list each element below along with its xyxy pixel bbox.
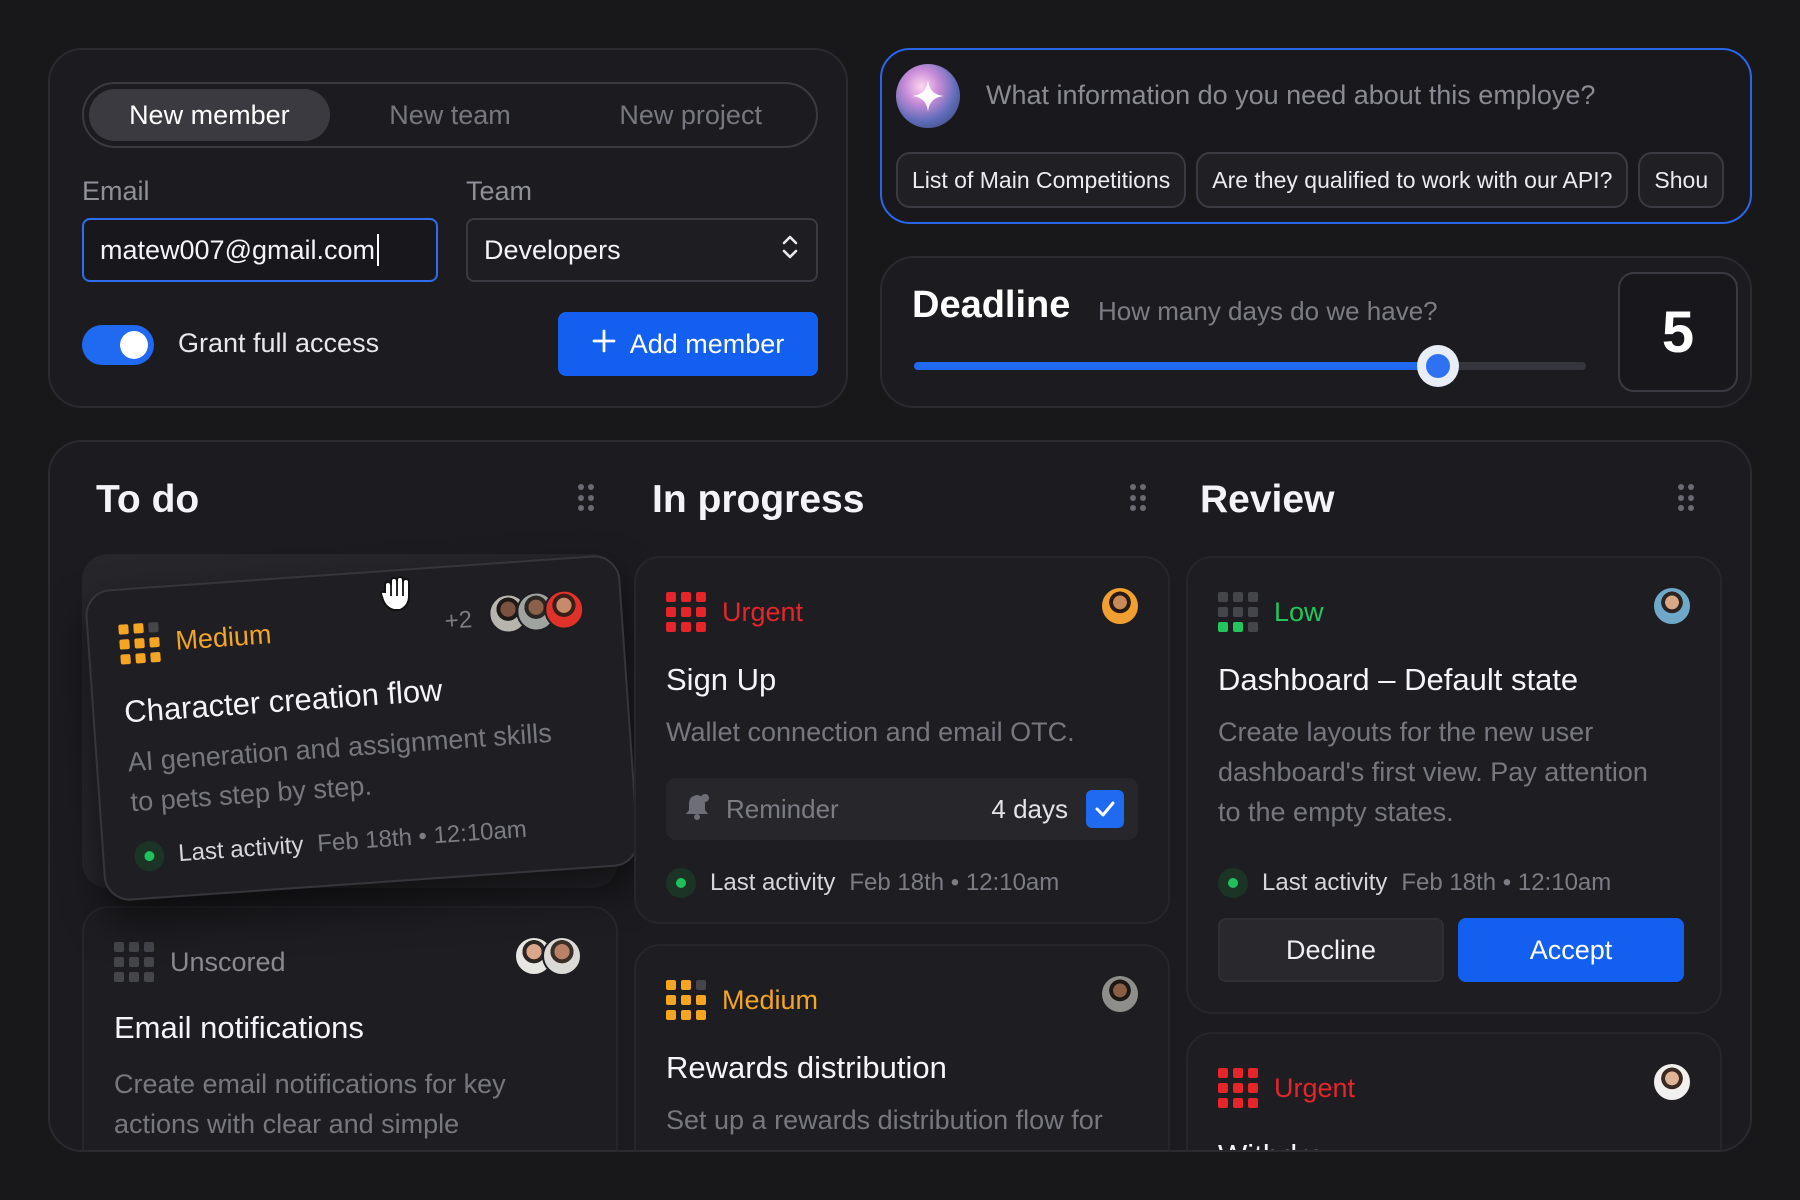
tab-new-member[interactable]: New member [89, 89, 330, 141]
card-description: Set up a rewards distribution flow for [666, 1105, 1103, 1135]
text-caret [377, 234, 380, 266]
slider-thumb[interactable] [1417, 345, 1460, 387]
extra-assignees-count: +2 [443, 606, 474, 635]
card-title: Dashboard – Default state [1218, 662, 1579, 697]
assignee-avatar[interactable] [1100, 586, 1140, 626]
card-description: Wallet connection and email OTC. [666, 717, 1075, 747]
priority-grid-icon [666, 592, 706, 632]
priority-label: Medium [722, 984, 819, 1015]
column-drag-handle-icon[interactable] [578, 484, 594, 512]
days-value-box[interactable]: 5 [1618, 272, 1738, 392]
accept-button[interactable]: Accept [1458, 918, 1684, 982]
priority-urgent: Urgent [1218, 1068, 1355, 1108]
tab-new-team[interactable]: New team [330, 89, 571, 141]
team-select[interactable]: Developers [466, 218, 818, 282]
chevron-up-down-icon [780, 232, 800, 269]
new-member-panel: New member New team New project Email Te… [48, 48, 848, 408]
tab-new-project[interactable]: New project [570, 89, 811, 141]
card-title: Withdraw [1218, 1138, 1347, 1150]
assignee-avatar[interactable] [542, 936, 582, 976]
assignee-avatar[interactable] [1100, 974, 1140, 1014]
priority-urgent: Urgent [666, 592, 803, 632]
card-title: Rewards distribution [666, 1050, 947, 1085]
add-member-button[interactable]: Add member [558, 312, 818, 376]
priority-medium: Medium [666, 980, 818, 1020]
suggestion-chip[interactable]: Are they qualified to work with our API? [1196, 152, 1629, 208]
email-field[interactable]: matew007@gmail.com [82, 218, 438, 282]
task-card-character-creation-dragging[interactable]: Medium +2 Character creation flow AI gen… [83, 553, 641, 903]
email-value: matew007@gmail.com [100, 234, 376, 265]
column-title-todo: To do [96, 478, 200, 521]
task-card-withdraw[interactable]: Urgent Withdraw [1186, 1032, 1722, 1150]
column-drag-handle-icon[interactable] [1130, 484, 1146, 512]
full-access-toggle[interactable] [82, 325, 154, 365]
add-member-label: Add member [629, 328, 785, 359]
column-title-review: Review [1200, 478, 1335, 521]
priority-label: Low [1274, 596, 1324, 627]
card-description: AI generation and assignment skills to p… [126, 717, 553, 818]
priority-label: Urgent [1274, 1072, 1356, 1103]
reminder-label: Reminder [726, 793, 839, 824]
column-title-in-progress: In progress [652, 478, 865, 521]
suggestion-chip[interactable]: List of Main Competitions [896, 152, 1187, 208]
activity-status-icon [133, 840, 166, 873]
full-access-label: Grant full access [178, 328, 380, 358]
ai-assistant-panel: What information do you need about this … [880, 48, 1752, 224]
card-description: Create layouts for the new user dashboar… [1218, 717, 1648, 827]
slider-fill [914, 362, 1439, 370]
plus-icon [592, 329, 616, 360]
priority-label: Medium [174, 618, 273, 656]
last-activity: Last activity Feb 18th • 12:10am [1218, 868, 1611, 898]
priority-label: Unscored [170, 946, 286, 977]
create-type-segmented-control: New member New team New project [82, 82, 818, 148]
check-icon [1095, 801, 1115, 817]
activity-status-icon [1218, 868, 1248, 898]
task-card-rewards-distribution[interactable]: Medium Rewards distribution Set up a rew… [634, 944, 1170, 1150]
priority-grid-icon [1218, 592, 1258, 632]
decline-button[interactable]: Decline [1218, 918, 1444, 982]
suggestion-chip[interactable]: Shou [1638, 152, 1725, 208]
assignee-avatar[interactable] [1652, 1062, 1692, 1102]
card-description: Create email notifications for key actio… [114, 1069, 506, 1139]
ai-sparkle-icon [896, 64, 960, 128]
card-title: Character creation flow [123, 672, 444, 730]
deadline-subtitle: How many days do we have? [1098, 296, 1438, 326]
deadline-panel: Deadline How many days do we have? 5 [880, 256, 1752, 408]
deadline-slider[interactable] [914, 345, 1586, 387]
grab-hand-cursor-icon [376, 572, 420, 621]
last-activity: Last activity Feb 18th • 12:10am [133, 815, 528, 873]
task-card-dashboard-default-state[interactable]: Low Dashboard – Default state Create lay… [1186, 556, 1722, 1014]
priority-medium: Medium [118, 614, 272, 665]
task-card-email-notifications[interactable]: Unscored Email notifications Create emai… [82, 906, 618, 1150]
deadline-title: Deadline [912, 284, 1071, 326]
bell-icon [682, 791, 712, 828]
reminder-checkbox[interactable] [1086, 790, 1124, 828]
priority-grid-icon [118, 621, 161, 665]
priority-grid-icon [1218, 1068, 1258, 1108]
activity-status-icon [666, 868, 696, 898]
priority-unscored: Unscored [114, 942, 286, 982]
team-value: Developers [484, 234, 621, 265]
column-drag-handle-icon[interactable] [1678, 484, 1694, 512]
priority-label: Urgent [722, 596, 804, 627]
priority-grid-icon [114, 942, 154, 982]
email-label: Email [82, 176, 150, 206]
team-label: Team [466, 176, 533, 206]
toggle-knob [120, 331, 148, 359]
priority-grid-icon [666, 980, 706, 1020]
card-title: Email notifications [114, 1010, 364, 1045]
suggestion-chips: List of Main Competitions Are they quali… [896, 152, 1725, 208]
task-card-sign-up[interactable]: Urgent Sign Up Wallet connection and ema… [634, 556, 1170, 924]
last-activity: Last activity Feb 18th • 12:10am [666, 868, 1059, 898]
assignee-avatar[interactable] [1652, 586, 1692, 626]
kanban-board: To do In progress Review Unscored Email … [48, 440, 1752, 1152]
reminder-row: Reminder 4 days [666, 778, 1138, 840]
priority-low: Low [1218, 592, 1324, 632]
card-title: Sign Up [666, 662, 777, 697]
ai-question-input[interactable]: What information do you need about this … [986, 80, 1595, 111]
reminder-days: 4 days [991, 793, 1068, 824]
